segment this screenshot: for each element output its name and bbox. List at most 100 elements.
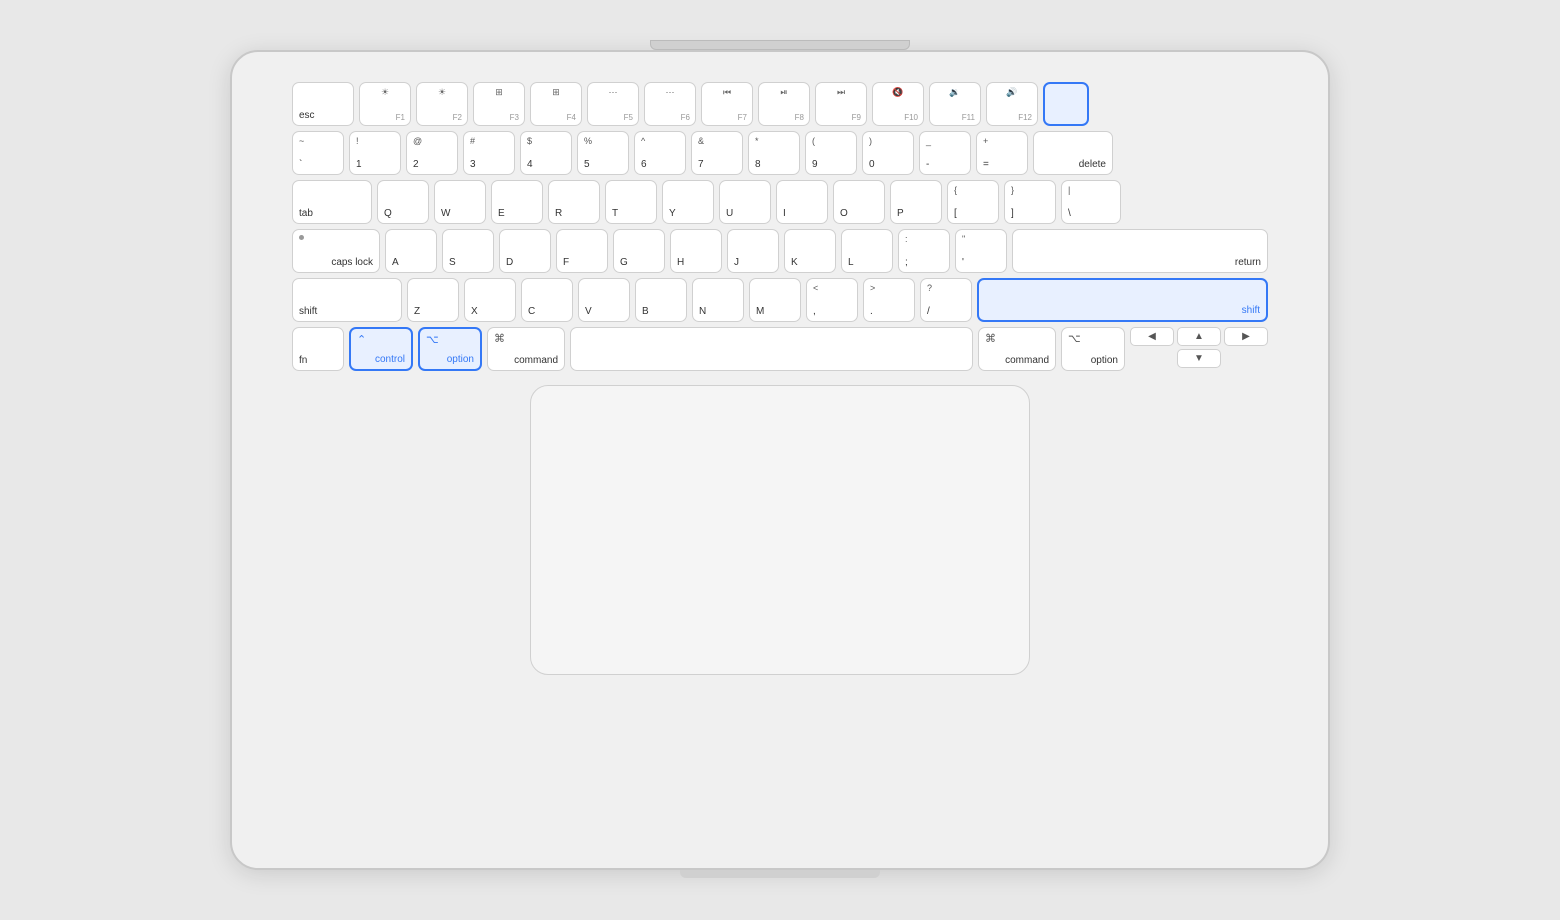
play-pause-icon: ⏯ xyxy=(780,87,787,98)
caps-lock-key[interactable]: caps lock xyxy=(292,229,380,273)
f7-key[interactable]: ⏮ F7 xyxy=(701,82,753,126)
w-key[interactable]: W xyxy=(434,180,486,224)
power-key[interactable] xyxy=(1043,82,1089,126)
j-key[interactable]: J xyxy=(727,229,779,273)
1-key[interactable]: ! 1 xyxy=(349,131,401,175)
fn-key[interactable]: fn xyxy=(292,327,344,371)
fast-forward-icon: ⏭ xyxy=(837,87,845,98)
p-key[interactable]: P xyxy=(890,180,942,224)
u-key[interactable]: U xyxy=(719,180,771,224)
g-key[interactable]: G xyxy=(613,229,665,273)
quote-key[interactable]: " ' xyxy=(955,229,1007,273)
y-key[interactable]: Y xyxy=(662,180,714,224)
laptop-body: esc ☀ F1 ☀ F2 ⊞ F3 ⊞ F4 ⋯ F5 xyxy=(230,50,1330,870)
3-key[interactable]: # 3 xyxy=(463,131,515,175)
6-key[interactable]: ^ 6 xyxy=(634,131,686,175)
arrow-left-key[interactable]: ◀ xyxy=(1130,327,1174,346)
8-key[interactable]: * 8 xyxy=(748,131,800,175)
minus-key[interactable]: _ - xyxy=(919,131,971,175)
command-right-key[interactable]: ⌘ command xyxy=(978,327,1056,371)
control-caret-icon: ⌃ xyxy=(357,333,366,346)
r-key[interactable]: R xyxy=(548,180,600,224)
brightness-high-icon: ☀ xyxy=(438,87,446,98)
f1-key[interactable]: ☀ F1 xyxy=(359,82,411,126)
f10-key[interactable]: 🔇 F10 xyxy=(872,82,924,126)
option-symbol-icon: ⌥ xyxy=(426,333,439,346)
s-key[interactable]: S xyxy=(442,229,494,273)
f6-key[interactable]: ⋯ F6 xyxy=(644,82,696,126)
semicolon-key[interactable]: : ; xyxy=(898,229,950,273)
f9-key[interactable]: ⏭ F9 xyxy=(815,82,867,126)
return-key[interactable]: return xyxy=(1012,229,1268,273)
4-key[interactable]: $ 4 xyxy=(520,131,572,175)
command-left-key[interactable]: ⌘ command xyxy=(487,327,565,371)
laptop-hinge xyxy=(650,40,910,50)
open-bracket-key[interactable]: { [ xyxy=(947,180,999,224)
caps-lock-indicator xyxy=(299,235,304,240)
f-key[interactable]: F xyxy=(556,229,608,273)
keyboard-backlight-down-icon: ⋯ xyxy=(609,87,618,98)
option-left-key[interactable]: ⌥ option xyxy=(418,327,482,371)
close-bracket-key[interactable]: } ] xyxy=(1004,180,1056,224)
2-key[interactable]: @ 2 xyxy=(406,131,458,175)
v-key[interactable]: V xyxy=(578,278,630,322)
shift-right-key[interactable]: shift xyxy=(977,278,1268,322)
q-key[interactable]: Q xyxy=(377,180,429,224)
f8-key[interactable]: ⏯ F8 xyxy=(758,82,810,126)
arrow-down-key[interactable]: ▼ xyxy=(1177,349,1221,368)
arrow-right-key[interactable]: ▶ xyxy=(1224,327,1268,346)
t-key[interactable]: T xyxy=(605,180,657,224)
command-right-symbol-icon: ⌘ xyxy=(985,332,996,345)
esc-key[interactable]: esc xyxy=(292,82,354,126)
bottom-row: fn ⌃ control ⌥ option ⌘ command ⌘ comman… xyxy=(292,327,1268,371)
arrow-up-key[interactable]: ▲ xyxy=(1177,327,1221,346)
qwerty-row: tab Q W E R T Y U I O P { [ } ] | \ xyxy=(292,180,1268,224)
c-key[interactable]: C xyxy=(521,278,573,322)
backslash-key[interactable]: | \ xyxy=(1061,180,1121,224)
b-key[interactable]: B xyxy=(635,278,687,322)
7-key[interactable]: & 7 xyxy=(691,131,743,175)
comma-key[interactable]: < , xyxy=(806,278,858,322)
5-key[interactable]: % 5 xyxy=(577,131,629,175)
k-key[interactable]: K xyxy=(784,229,836,273)
rewind-icon: ⏮ xyxy=(723,87,731,98)
period-key[interactable]: > . xyxy=(863,278,915,322)
backtick-key[interactable]: ~ ` xyxy=(292,131,344,175)
option-right-symbol-icon: ⌥ xyxy=(1068,332,1081,345)
mute-icon: 🔇 xyxy=(892,87,903,98)
f3-key[interactable]: ⊞ F3 xyxy=(473,82,525,126)
arrow-lr-row: ◀ ▲ ▼ ▶ xyxy=(1130,327,1268,368)
shift-left-key[interactable]: shift xyxy=(292,278,402,322)
volume-down-icon: 🔉 xyxy=(949,87,960,98)
x-key[interactable]: X xyxy=(464,278,516,322)
9-key[interactable]: ( 9 xyxy=(805,131,857,175)
f5-key[interactable]: ⋯ F5 xyxy=(587,82,639,126)
d-key[interactable]: D xyxy=(499,229,551,273)
h-key[interactable]: H xyxy=(670,229,722,273)
slash-key[interactable]: ? / xyxy=(920,278,972,322)
control-key[interactable]: ⌃ control xyxy=(349,327,413,371)
e-key[interactable]: E xyxy=(491,180,543,224)
f11-key[interactable]: 🔉 F11 xyxy=(929,82,981,126)
i-key[interactable]: I xyxy=(776,180,828,224)
z-key[interactable]: Z xyxy=(407,278,459,322)
keyboard-area: esc ☀ F1 ☀ F2 ⊞ F3 ⊞ F4 ⋯ F5 xyxy=(292,82,1268,371)
brightness-low-icon: ☀ xyxy=(381,87,389,98)
n-key[interactable]: N xyxy=(692,278,744,322)
mission-control-icon: ⊞ xyxy=(495,87,503,98)
space-key[interactable] xyxy=(570,327,973,371)
equals-key[interactable]: + = xyxy=(976,131,1028,175)
launchpad-icon: ⊞ xyxy=(552,87,560,98)
trackpad[interactable] xyxy=(530,385,1030,675)
o-key[interactable]: O xyxy=(833,180,885,224)
f4-key[interactable]: ⊞ F4 xyxy=(530,82,582,126)
f12-key[interactable]: 🔊 F12 xyxy=(986,82,1038,126)
l-key[interactable]: L xyxy=(841,229,893,273)
a-key[interactable]: A xyxy=(385,229,437,273)
0-key[interactable]: ) 0 xyxy=(862,131,914,175)
m-key[interactable]: M xyxy=(749,278,801,322)
f2-key[interactable]: ☀ F2 xyxy=(416,82,468,126)
option-right-key[interactable]: ⌥ option xyxy=(1061,327,1125,371)
tab-key[interactable]: tab xyxy=(292,180,372,224)
delete-key[interactable]: delete xyxy=(1033,131,1113,175)
